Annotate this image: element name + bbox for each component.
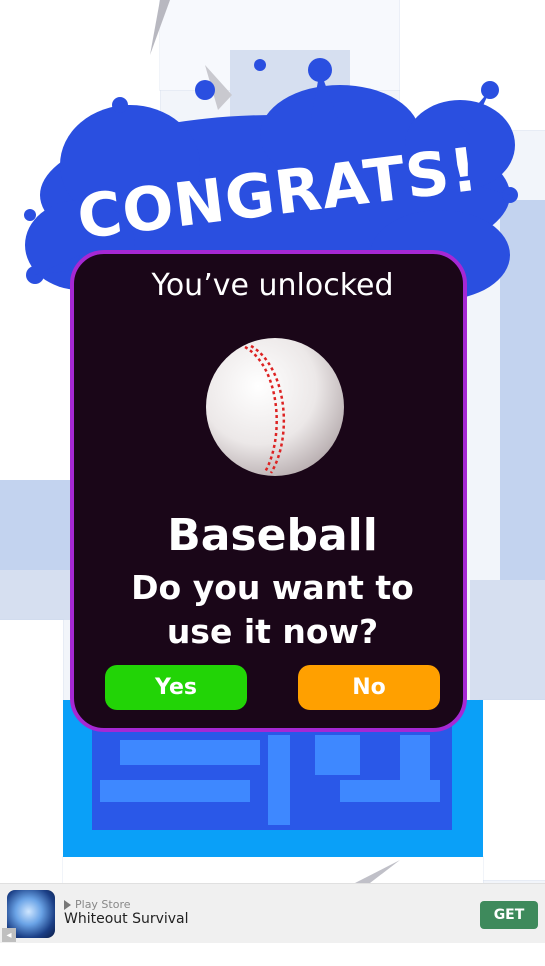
item-name: Baseball bbox=[167, 510, 378, 561]
maze-wall bbox=[268, 735, 290, 825]
maze-wall bbox=[400, 735, 430, 780]
store-label-text: Play Store bbox=[75, 898, 131, 911]
ice-shard bbox=[150, 0, 170, 55]
ad-banner[interactable]: Play Store Whiteout Survival GET bbox=[0, 883, 545, 944]
play-store-icon bbox=[64, 899, 71, 910]
maze-wall bbox=[120, 740, 260, 765]
ice-panel bbox=[0, 620, 63, 883]
get-button[interactable]: GET bbox=[480, 901, 538, 929]
maze-wall bbox=[340, 780, 440, 802]
ice-panel bbox=[63, 857, 483, 883]
no-button[interactable]: No bbox=[298, 665, 440, 710]
question-line-1: Do you want to bbox=[131, 568, 414, 607]
ad-info-icon[interactable]: ◂ bbox=[2, 928, 16, 942]
maze-wall bbox=[100, 780, 250, 802]
ice-panel bbox=[480, 700, 545, 880]
store-label: Play Store bbox=[64, 898, 131, 911]
yes-button[interactable]: Yes bbox=[105, 665, 247, 710]
ice-shard bbox=[355, 860, 400, 883]
question-line-2: use it now? bbox=[166, 612, 379, 651]
baseball-icon bbox=[206, 338, 344, 476]
use-now-question: Do you want to use it now? bbox=[0, 566, 545, 654]
unlock-dialog bbox=[70, 250, 467, 732]
unlock-title: You’ve unlocked bbox=[151, 268, 394, 303]
ad-app-name[interactable]: Whiteout Survival bbox=[64, 911, 189, 927]
bottom-strip bbox=[0, 943, 545, 966]
congrats-text: CONGRATS! bbox=[73, 134, 483, 254]
maze-wall bbox=[315, 735, 360, 775]
